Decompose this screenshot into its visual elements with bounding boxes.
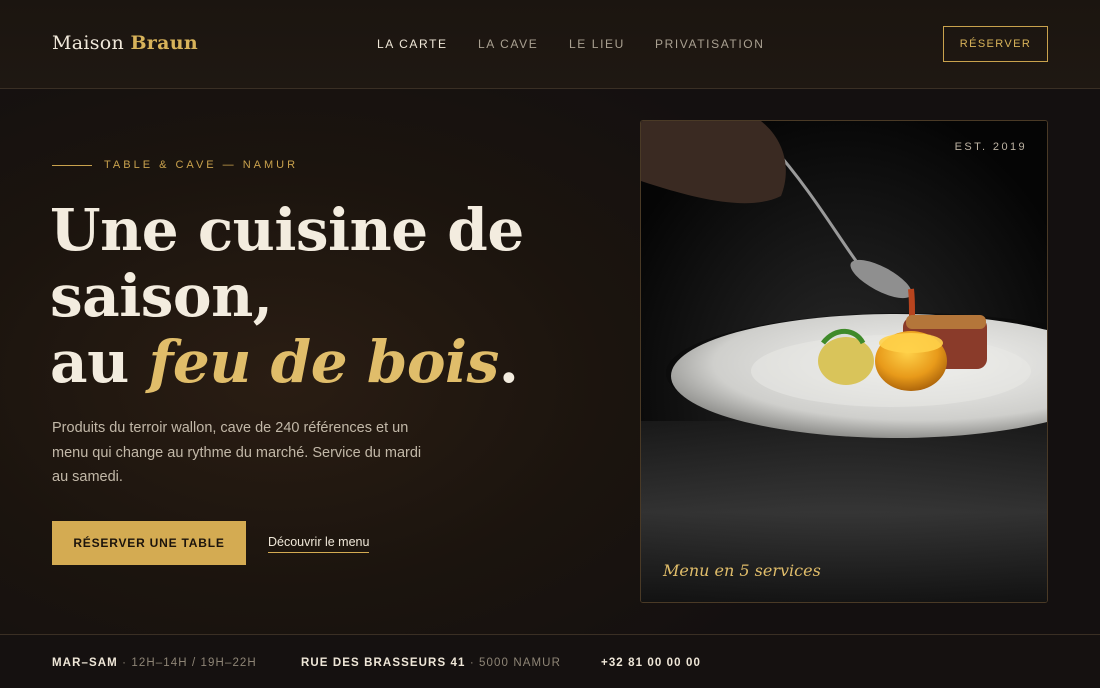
nav-item-le-lieu[interactable]: LE LIEU xyxy=(569,37,625,51)
photo-caption: Menu en 5 services xyxy=(663,561,821,580)
nav-item-la-carte[interactable]: LA CARTE xyxy=(377,37,448,51)
discover-menu-link[interactable]: Découvrir le menu xyxy=(268,535,370,553)
plated-dish-image: EST. 2019 Menu en 5 services xyxy=(640,120,1048,603)
phone-text: +32 81 00 00 00 xyxy=(601,657,701,669)
headline-line-3-suffix: . xyxy=(498,328,519,396)
reserve-button[interactable]: RÉSERVER xyxy=(943,26,1048,62)
hero-eyebrow: TABLE & CAVE — NAMUR xyxy=(52,158,298,172)
headline-line-2: saison, xyxy=(50,262,273,330)
eyebrow-divider xyxy=(52,164,92,166)
reserve-table-button[interactable]: RÉSERVER UNE TABLE xyxy=(52,521,246,565)
headline-line-1: Une cuisine de xyxy=(50,196,524,264)
nav-item-privatisation[interactable]: PRIVATISATION xyxy=(655,37,764,51)
hours-times: 12H–14H / 19H–22H xyxy=(131,657,257,669)
opening-hours: MAR–SAM · 12H–14H / 19H–22H xyxy=(52,657,257,669)
info-bar: MAR–SAM · 12H–14H / 19H–22H RUE DES BRAS… xyxy=(0,634,1100,688)
address-city: 5000 NAMUR xyxy=(479,657,561,669)
address[interactable]: RUE DES BRASSEURS 41 · 5000 NAMUR xyxy=(301,657,561,669)
phone-number[interactable]: +32 81 00 00 00 xyxy=(601,657,701,669)
nav-item-la-cave[interactable]: LA CAVE xyxy=(478,37,538,51)
main-nav: LA CARTE LA CAVE LE LIEU PRIVATISATION xyxy=(0,37,1100,53)
hours-separator: · xyxy=(122,657,128,669)
established-badge: EST. 2019 xyxy=(954,141,1027,153)
hero-headline: Une cuisine de saison, au feu de bois. xyxy=(50,197,590,395)
headline-accent: feu de bois xyxy=(148,328,499,396)
hero-description: Produits du terroir wallon, cave de 240 … xyxy=(52,420,422,485)
eyebrow-text: TABLE & CAVE — NAMUR xyxy=(104,159,299,171)
dish-illustration xyxy=(641,121,1047,602)
address-separator: · xyxy=(469,657,475,669)
address-street: RUE DES BRASSEURS 41 xyxy=(301,657,466,669)
hours-days: MAR–SAM xyxy=(52,657,118,669)
headline-line-3-prefix: au xyxy=(50,328,149,396)
site-header: Maison Braun LA CARTE LA CAVE LE LIEU PR… xyxy=(0,0,1100,89)
